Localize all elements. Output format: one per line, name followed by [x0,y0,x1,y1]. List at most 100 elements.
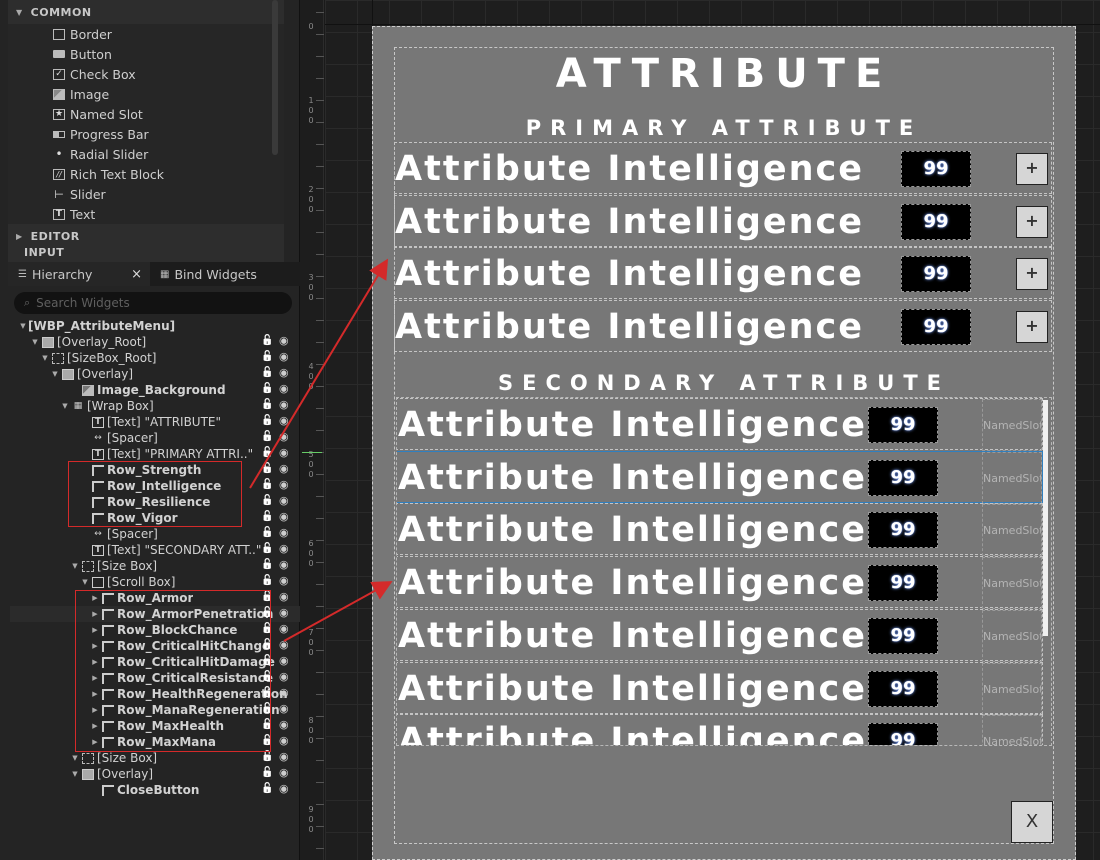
scroll-box-scrollbar[interactable] [1043,400,1048,636]
hierarchy-row[interactable]: T [Text] "SECONDARY ATT.." 🔓 ◉ [10,542,300,558]
palette-item-rich-text-block[interactable]: // Rich Text Block [8,164,284,184]
palette-scrollbar[interactable] [272,0,278,155]
visibility-eye-icon[interactable]: ◉ [279,334,289,347]
lock-icon[interactable]: 🔓 [261,783,273,794]
expand-arrow-icon[interactable]: ▶ [90,610,100,618]
visibility-eye-icon[interactable]: ◉ [279,510,289,523]
visibility-eye-icon[interactable]: ◉ [279,750,289,763]
secondary-attribute-row[interactable]: Attribute Intelligence 99 NamedSlot [397,398,1043,451]
lock-icon[interactable]: 🔓 [261,511,273,522]
lock-icon[interactable]: 🔓 [261,591,273,602]
category-input[interactable]: INPUT [8,248,284,262]
visibility-eye-icon[interactable]: ◉ [279,766,289,779]
lock-icon[interactable]: 🔓 [261,719,273,730]
visibility-eye-icon[interactable]: ◉ [279,654,289,667]
visibility-eye-icon[interactable]: ◉ [279,494,289,507]
collapse-arrow-icon[interactable]: ▼ [80,578,90,586]
lock-icon[interactable]: 🔓 [261,399,273,410]
hierarchy-row[interactable]: ▶ Row_BlockChance 🔓 ◉ [10,622,300,638]
visibility-eye-icon[interactable]: ◉ [279,590,289,603]
visibility-eye-icon[interactable]: ◉ [279,734,289,747]
hierarchy-row[interactable]: ▶ Row_CriticalHitChange 🔓 ◉ [10,638,300,654]
hierarchy-row[interactable]: T [Text] "ATTRIBUTE" 🔓 ◉ [10,414,300,430]
visibility-eye-icon[interactable]: ◉ [279,478,289,491]
hierarchy-row[interactable]: Row_Vigor 🔓 ◉ [10,510,300,526]
add-point-button[interactable]: + [1016,258,1048,290]
lock-icon[interactable]: 🔓 [261,735,273,746]
hierarchy-row[interactable]: ▼ ▦ [Wrap Box] 🔓 ◉ [10,398,300,414]
hierarchy-row[interactable]: ▶ Row_ArmorPenetration 🔓 ◉ [10,606,300,622]
collapse-arrow-icon[interactable]: ▼ [60,402,70,410]
expand-arrow-icon[interactable]: ▶ [90,642,100,650]
hierarchy-row[interactable]: ▼ [Size Box] 🔓 ◉ [10,750,300,766]
lock-icon[interactable]: 🔓 [261,639,273,650]
visibility-eye-icon[interactable]: ◉ [279,542,289,555]
visibility-eye-icon[interactable]: ◉ [279,686,289,699]
lock-icon[interactable]: 🔓 [261,655,273,666]
hierarchy-row[interactable]: CloseButton 🔓 ◉ [10,782,300,798]
visibility-eye-icon[interactable]: ◉ [279,718,289,731]
visibility-eye-icon[interactable]: ◉ [279,526,289,539]
visibility-eye-icon[interactable]: ◉ [279,446,289,459]
category-editor[interactable]: ▶ EDITOR [8,224,284,248]
hierarchy-row[interactable]: Image_Background 🔓 ◉ [10,382,300,398]
visibility-eye-icon[interactable]: ◉ [279,382,289,395]
hierarchy-row[interactable]: ↔ [Spacer] 🔓 ◉ [10,526,300,542]
category-common[interactable]: ▼ COMMON [8,0,284,24]
palette-item-radial-slider[interactable]: • Radial Slider [8,144,284,164]
secondary-scroll-box[interactable]: Attribute Intelligence 99 NamedSlot Attribu… [396,397,1052,746]
lock-icon[interactable]: 🔓 [261,527,273,538]
lock-icon[interactable]: 🔓 [261,431,273,442]
hierarchy-row[interactable]: T [Text] "PRIMARY ATTRI.." 🔓 ◉ [10,446,300,462]
expand-arrow-icon[interactable]: ▶ [90,626,100,634]
add-point-button[interactable]: + [1016,310,1048,343]
collapse-arrow-icon[interactable]: ▼ [30,338,40,346]
lock-icon[interactable]: 🔓 [261,335,273,346]
visibility-eye-icon[interactable]: ◉ [279,462,289,475]
collapse-arrow-icon[interactable]: ▼ [70,562,80,570]
hierarchy-row[interactable]: Row_Intelligence 🔓 ◉ [10,478,300,494]
search-input[interactable] [36,296,257,310]
visibility-eye-icon[interactable]: ◉ [279,350,289,363]
lock-icon[interactable]: 🔓 [261,767,273,778]
palette-item-check-box[interactable]: ✓ Check Box [8,64,284,84]
lock-icon[interactable]: 🔓 [261,351,273,362]
lock-icon[interactable]: 🔓 [261,447,273,458]
expand-arrow-icon[interactable]: ▶ [90,706,100,714]
secondary-attribute-row[interactable]: Attribute Intelligence 99 NamedSlot [397,503,1043,557]
hierarchy-row[interactable]: ▼ [Scroll Box] 🔓 ◉ [10,574,300,590]
collapse-arrow-icon[interactable]: ▼ [40,354,50,362]
lock-icon[interactable]: 🔓 [261,415,273,426]
secondary-attribute-row[interactable]: Attribute Intelligence 99 NamedSlot [397,556,1043,610]
close-button[interactable]: X [1011,801,1053,843]
add-point-button[interactable]: + [1016,153,1048,185]
expand-arrow-icon[interactable]: ▶ [90,658,100,666]
secondary-attribute-row[interactable]: Attribute Intelligence 99 NamedSlot [397,450,1043,504]
lock-icon[interactable]: 🔓 [261,607,273,618]
hierarchy-row[interactable]: ▼ [Overlay] 🔓 ◉ [10,366,300,382]
secondary-attribute-row[interactable]: Attribute Intelligence 99 NamedSlot [397,714,1043,745]
hierarchy-row[interactable]: ▼ [Overlay_Root] 🔓 ◉ [10,334,300,350]
collapse-arrow-icon[interactable]: ▼ [18,322,28,330]
lock-icon[interactable]: 🔓 [261,559,273,570]
collapse-arrow-icon[interactable]: ▼ [70,754,80,762]
tab-bind-widgets[interactable]: ▦ Bind Widgets [150,262,257,286]
visibility-eye-icon[interactable]: ◉ [279,622,289,635]
close-tab-icon[interactable]: × [131,267,142,282]
expand-arrow-icon[interactable]: ▶ [90,594,100,602]
hierarchy-row[interactable]: Row_Resilience 🔓 ◉ [10,494,300,510]
expand-arrow-icon[interactable]: ▶ [90,722,100,730]
palette-item-border[interactable]: Border [8,24,284,44]
palette-item-slider[interactable]: ⊢ Slider [8,184,284,204]
visibility-eye-icon[interactable]: ◉ [279,398,289,411]
lock-icon[interactable]: 🔓 [261,383,273,394]
lock-icon[interactable]: 🔓 [261,751,273,762]
visibility-eye-icon[interactable]: ◉ [279,782,289,795]
lock-icon[interactable]: 🔓 [261,367,273,378]
visibility-eye-icon[interactable]: ◉ [279,638,289,651]
lock-icon[interactable]: 🔓 [261,623,273,634]
hierarchy-row[interactable]: ▶ Row_ManaRegeneration 🔓 ◉ [10,702,300,718]
hierarchy-row[interactable]: ▶ Row_Armor 🔓 ◉ [10,590,300,606]
hierarchy-row[interactable]: Row_Strength 🔓 ◉ [10,462,300,478]
hierarchy-row[interactable]: ▼ [WBP_AttributeMenu] [10,318,300,334]
